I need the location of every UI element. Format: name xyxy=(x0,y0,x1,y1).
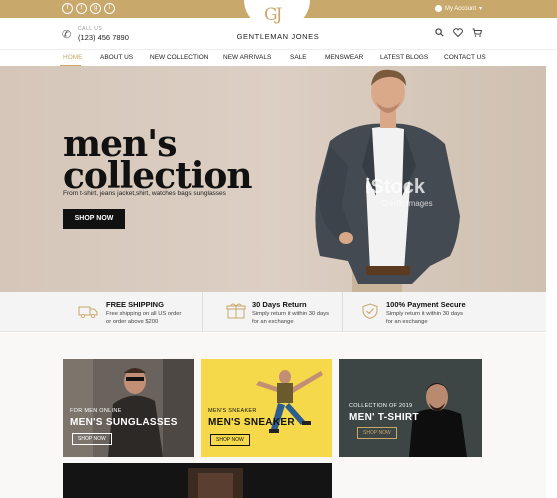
tile-title: MEN'S SUNGLASSES xyxy=(70,417,178,428)
tile-sunglasses[interactable]: FOR MEN ONLINE MEN'S SUNGLASSES SHOP NOW xyxy=(63,359,194,457)
feature-title: 100% Payment Secure xyxy=(386,300,466,309)
brand-name[interactable]: GENTLEMAN JONES xyxy=(230,32,326,41)
feature-title: FREE SHIPPING xyxy=(106,300,164,309)
tile-tshirt[interactable]: COLLECTION OF 2019 MEN' T-SHIRT SHOP NOW xyxy=(339,359,482,457)
nav-home[interactable]: HOME xyxy=(63,54,83,61)
cart-icon[interactable] xyxy=(472,28,482,37)
tile-shop-now-button[interactable]: SHOP NOW xyxy=(357,427,397,439)
feature-desc: Simply return it within 30 days for an e… xyxy=(252,311,330,325)
header-icons xyxy=(435,28,482,37)
promo-banner-partial xyxy=(63,463,332,498)
stock-watermark: iStock Credit: images xyxy=(365,176,433,208)
search-icon[interactable] xyxy=(435,28,444,37)
tile-shop-now-button[interactable]: SHOP NOW xyxy=(210,434,250,446)
chevron-down-icon: ▾ xyxy=(478,6,482,12)
phone-icon: ✆ xyxy=(62,29,72,41)
gift-icon xyxy=(226,303,246,319)
feature-desc: Simply return it within 30 days for an e… xyxy=(386,311,464,325)
nav-about-us[interactable]: ABOUT US xyxy=(100,54,133,61)
hero-banner: men's collection From t-shirt, jeans jac… xyxy=(0,66,546,292)
user-icon xyxy=(434,5,442,12)
feature-desc: Free shipping on all US order or order a… xyxy=(106,311,182,325)
tile-sneaker[interactable]: MEN'S SNEAKER MEN'S SNEAKER SHOP NOW xyxy=(201,359,332,457)
main-nav: HOME ABOUT US NEW COLLECTION NEW ARRIVAL… xyxy=(0,49,557,67)
feature-30-days-return: 30 Days Return Simply return it within 3… xyxy=(226,292,336,332)
tile-subtitle: COLLECTION OF 2019 xyxy=(349,403,413,409)
nav-latest-blogs[interactable]: LATEST BLOGS xyxy=(380,54,428,61)
tile-title: MEN'S SNEAKER xyxy=(208,417,295,428)
tile-shop-now-button[interactable]: SHOP NOW xyxy=(72,433,112,445)
watermark-text: iStock xyxy=(365,176,426,198)
nav-new-arrivals[interactable]: NEW ARRIVALS xyxy=(223,54,271,61)
nav-contact-us[interactable]: CONTACT US xyxy=(444,54,486,61)
hero-shop-now-button[interactable]: SHOP NOW xyxy=(63,209,125,229)
nav-menswear[interactable]: MENSWEAR xyxy=(325,54,363,61)
watermark-sub: Credit: images xyxy=(381,199,433,208)
feature-payment-secure: 100% Payment Secure Simply return it wit… xyxy=(360,292,490,332)
hero-title: men's collection xyxy=(63,126,253,197)
my-account-label: My Account xyxy=(444,5,476,12)
feature-free-shipping: FREE SHIPPING Free shipping on all US or… xyxy=(78,292,198,332)
heart-icon[interactable] xyxy=(453,28,463,37)
hero-subtitle: From t-shirt, jeans jacket,shirt, watche… xyxy=(63,190,226,197)
divider xyxy=(202,292,203,332)
my-account-menu[interactable]: My Account ▾ xyxy=(434,5,482,12)
facebook-icon[interactable]: f xyxy=(62,3,73,14)
phone-number[interactable]: (123) 456 7890 xyxy=(78,33,129,42)
nav-new-collection[interactable]: NEW COLLECTION xyxy=(150,54,209,61)
social-links: f t g i xyxy=(62,3,115,14)
tile-subtitle: MEN'S SNEAKER xyxy=(208,408,257,414)
features-bar: FREE SHIPPING Free shipping on all US or… xyxy=(0,292,546,332)
promo-banner-image xyxy=(188,468,243,498)
twitter-icon[interactable]: t xyxy=(76,3,87,14)
divider xyxy=(342,292,343,332)
instagram-icon[interactable]: i xyxy=(104,3,115,14)
nav-sale[interactable]: SALE xyxy=(290,54,307,61)
shield-icon xyxy=(362,303,378,319)
page-margin xyxy=(546,66,557,292)
hero-title-line2: collection xyxy=(63,155,253,197)
tile-subtitle: FOR MEN ONLINE xyxy=(70,408,122,414)
call-us-label: CALL US xyxy=(78,26,103,32)
tile-title: MEN' T-SHIRT xyxy=(349,412,419,423)
truck-icon xyxy=(78,306,98,319)
google-plus-icon[interactable]: g xyxy=(90,3,101,14)
feature-title: 30 Days Return xyxy=(252,300,307,309)
